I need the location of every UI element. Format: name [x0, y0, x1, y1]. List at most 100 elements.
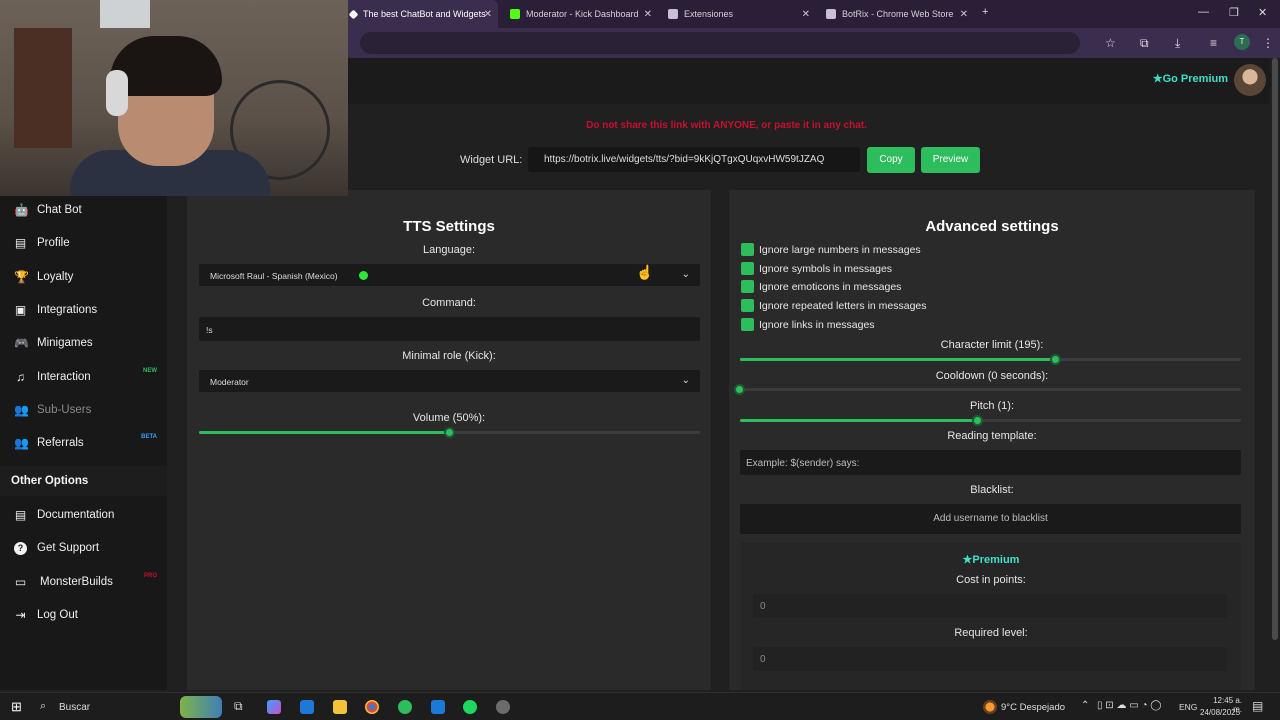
star-icon[interactable]: ☆	[1105, 36, 1116, 50]
sidebar-item-monsterbuilds[interactable]: ▭ MonsterBuilds PRO	[0, 568, 167, 598]
slider-handle[interactable]	[1050, 354, 1061, 365]
pitch-slider[interactable]	[740, 415, 1241, 426]
checkbox-checked[interactable]	[741, 318, 754, 331]
users-icon: 👥	[14, 403, 29, 417]
sidebar-item-minigames[interactable]: 🎮 Minigames	[0, 329, 167, 359]
language-select[interactable]: Microsoft Raul - Spanish (Mexico) ⌄	[199, 264, 700, 286]
address-bar[interactable]	[360, 32, 1080, 54]
clock-date[interactable]: 24/08/2025	[1200, 708, 1240, 717]
sidebar-item-loyalty[interactable]: 🏆 Loyalty	[0, 263, 167, 293]
reading-template-input[interactable]: Example: $(sender) says:	[740, 450, 1241, 475]
cost-in-points-label: Cost in points:	[956, 574, 1026, 586]
sidebar-item-integrations[interactable]: ▣ Integrations	[0, 296, 167, 326]
sidebar-item-sub-users[interactable]: 👥 Sub-Users	[0, 396, 167, 426]
search-icon[interactable]: ⌕	[40, 700, 46, 713]
windows-start-icon[interactable]: ⊞	[11, 699, 22, 715]
blacklist-label: Blacklist:	[970, 484, 1014, 496]
sidebar-item-log-out[interactable]: ⇥ Log Out	[0, 601, 167, 631]
sidebar-item-get-support[interactable]: ? Get Support	[0, 534, 167, 564]
volume-slider[interactable]	[199, 427, 700, 438]
store-icon[interactable]	[300, 700, 314, 714]
sidebar-item-interaction[interactable]: ♫ Interaction NEW	[0, 363, 167, 393]
tab-title: The best ChatBot and Widgets	[363, 9, 486, 19]
slider-fill	[199, 431, 450, 434]
task-view-icon[interactable]: ⧉	[234, 699, 243, 714]
hand-cursor-icon: ☝	[636, 264, 654, 280]
character-limit-slider[interactable]	[740, 354, 1241, 365]
tray-icons[interactable]: ▯ ⊡ ☁ ▭ ◔ ◯	[1097, 700, 1161, 711]
other-options-title: Other Options	[11, 475, 89, 487]
minimize-icon[interactable]: —	[1198, 6, 1209, 18]
volume-label: Volume (50%):	[412, 412, 486, 424]
download-icon[interactable]: ⤓	[1175, 36, 1180, 51]
question-icon: ?	[14, 542, 27, 555]
restore-icon[interactable]: ❐	[1229, 6, 1239, 19]
close-icon[interactable]: ✕	[960, 9, 968, 20]
tab-title: Moderator - Kick Dashboard	[526, 9, 639, 19]
media-control-icon[interactable]: ≡	[1210, 36, 1217, 50]
required-level-input[interactable]: 0	[753, 647, 1227, 671]
cost-in-points-input[interactable]: 0	[753, 594, 1227, 618]
taskbar-search[interactable]: Buscar	[59, 702, 90, 713]
slider-fill	[740, 419, 978, 422]
logout-icon: ⇥	[15, 608, 26, 622]
slider-handle[interactable]	[972, 415, 983, 426]
sidebar-item-profile[interactable]: ▤ Profile	[0, 229, 167, 259]
chrome-icon[interactable]	[365, 700, 379, 714]
slider-fill	[740, 358, 1056, 361]
command-value: !s	[206, 325, 213, 335]
whatsapp-icon[interactable]	[398, 700, 412, 714]
widget-url-field[interactable]: https://botrix.live/widgets/tts/?bid=9kK…	[528, 147, 860, 172]
browser-tab[interactable]: The best ChatBot and Widgets ✕	[342, 0, 498, 28]
checkbox-checked[interactable]	[741, 299, 754, 312]
sidebar-item-label: Sub-Users	[37, 404, 92, 416]
close-icon[interactable]: ✕	[802, 9, 810, 20]
window-close-icon[interactable]: ✕	[1258, 6, 1267, 19]
spotify-icon[interactable]	[463, 700, 477, 714]
checkbox-label: Ignore emoticons in messages	[759, 281, 902, 293]
user-avatar[interactable]	[1234, 64, 1266, 96]
headset-shape	[106, 70, 128, 116]
window-shape	[100, 0, 150, 28]
obs-icon[interactable]	[496, 700, 510, 714]
advanced-settings-panel: Advanced settings Ignore large numbers i…	[729, 190, 1255, 690]
cooldown-slider[interactable]	[734, 384, 1241, 395]
slider-handle[interactable]	[734, 384, 745, 395]
browser-tab[interactable]: Extensiones ✕	[660, 0, 816, 28]
sidebar-item-chat-bot[interactable]: 🤖 Chat Bot	[0, 196, 167, 226]
copilot-icon[interactable]	[267, 700, 281, 714]
copy-button[interactable]: Copy	[867, 147, 915, 173]
chevron-up-icon[interactable]: ⌃	[1081, 700, 1089, 711]
command-input[interactable]: !s	[199, 317, 700, 341]
pitch-label: Pitch (1):	[969, 400, 1014, 412]
widget-landscape-icon[interactable]	[180, 696, 222, 718]
sidebar-item-documentation[interactable]: ▤ Documentation	[0, 501, 167, 531]
profile-avatar[interactable]: T	[1234, 34, 1250, 50]
browser-tab[interactable]: Moderator - Kick Dashboard ✕	[502, 0, 658, 28]
blacklist-input[interactable]: Add username to blacklist	[740, 504, 1241, 534]
slider-handle[interactable]	[444, 427, 455, 438]
close-icon[interactable]: ✕	[644, 9, 652, 20]
go-premium-button[interactable]: ★Go Premium	[1153, 72, 1228, 85]
language-indicator[interactable]: ENG	[1179, 702, 1197, 712]
preview-button[interactable]: Preview	[921, 147, 980, 173]
extensions-icon[interactable]: ⧉	[1140, 36, 1149, 51]
reading-template-label: Reading template:	[947, 430, 1037, 442]
pro-badge: PRO	[143, 573, 157, 579]
checkbox-checked[interactable]	[741, 243, 754, 256]
notification-icon[interactable]: ▤	[1252, 699, 1263, 713]
close-icon[interactable]: ✕	[484, 9, 492, 20]
weather-text[interactable]: 9°C Despejado	[1001, 702, 1065, 713]
checkbox-checked[interactable]	[741, 280, 754, 293]
checkbox-checked[interactable]	[741, 262, 754, 275]
sidebar-item-referrals[interactable]: 👥 Referrals BETA	[0, 429, 167, 459]
cooldown-label: Cooldown (0 seconds):	[935, 370, 1049, 382]
page-scrollbar[interactable]	[1272, 58, 1278, 640]
puzzle-icon	[668, 9, 678, 19]
minimal-role-select[interactable]: Moderator ⌄	[199, 370, 700, 392]
vscode-icon[interactable]	[431, 700, 445, 714]
new-tab-icon[interactable]: +	[982, 6, 988, 18]
menu-dots-icon[interactable]: ⋮	[1262, 36, 1274, 50]
browser-tab[interactable]: BotRix - Chrome Web Store ✕	[818, 0, 974, 28]
file-explorer-icon[interactable]	[333, 700, 347, 714]
